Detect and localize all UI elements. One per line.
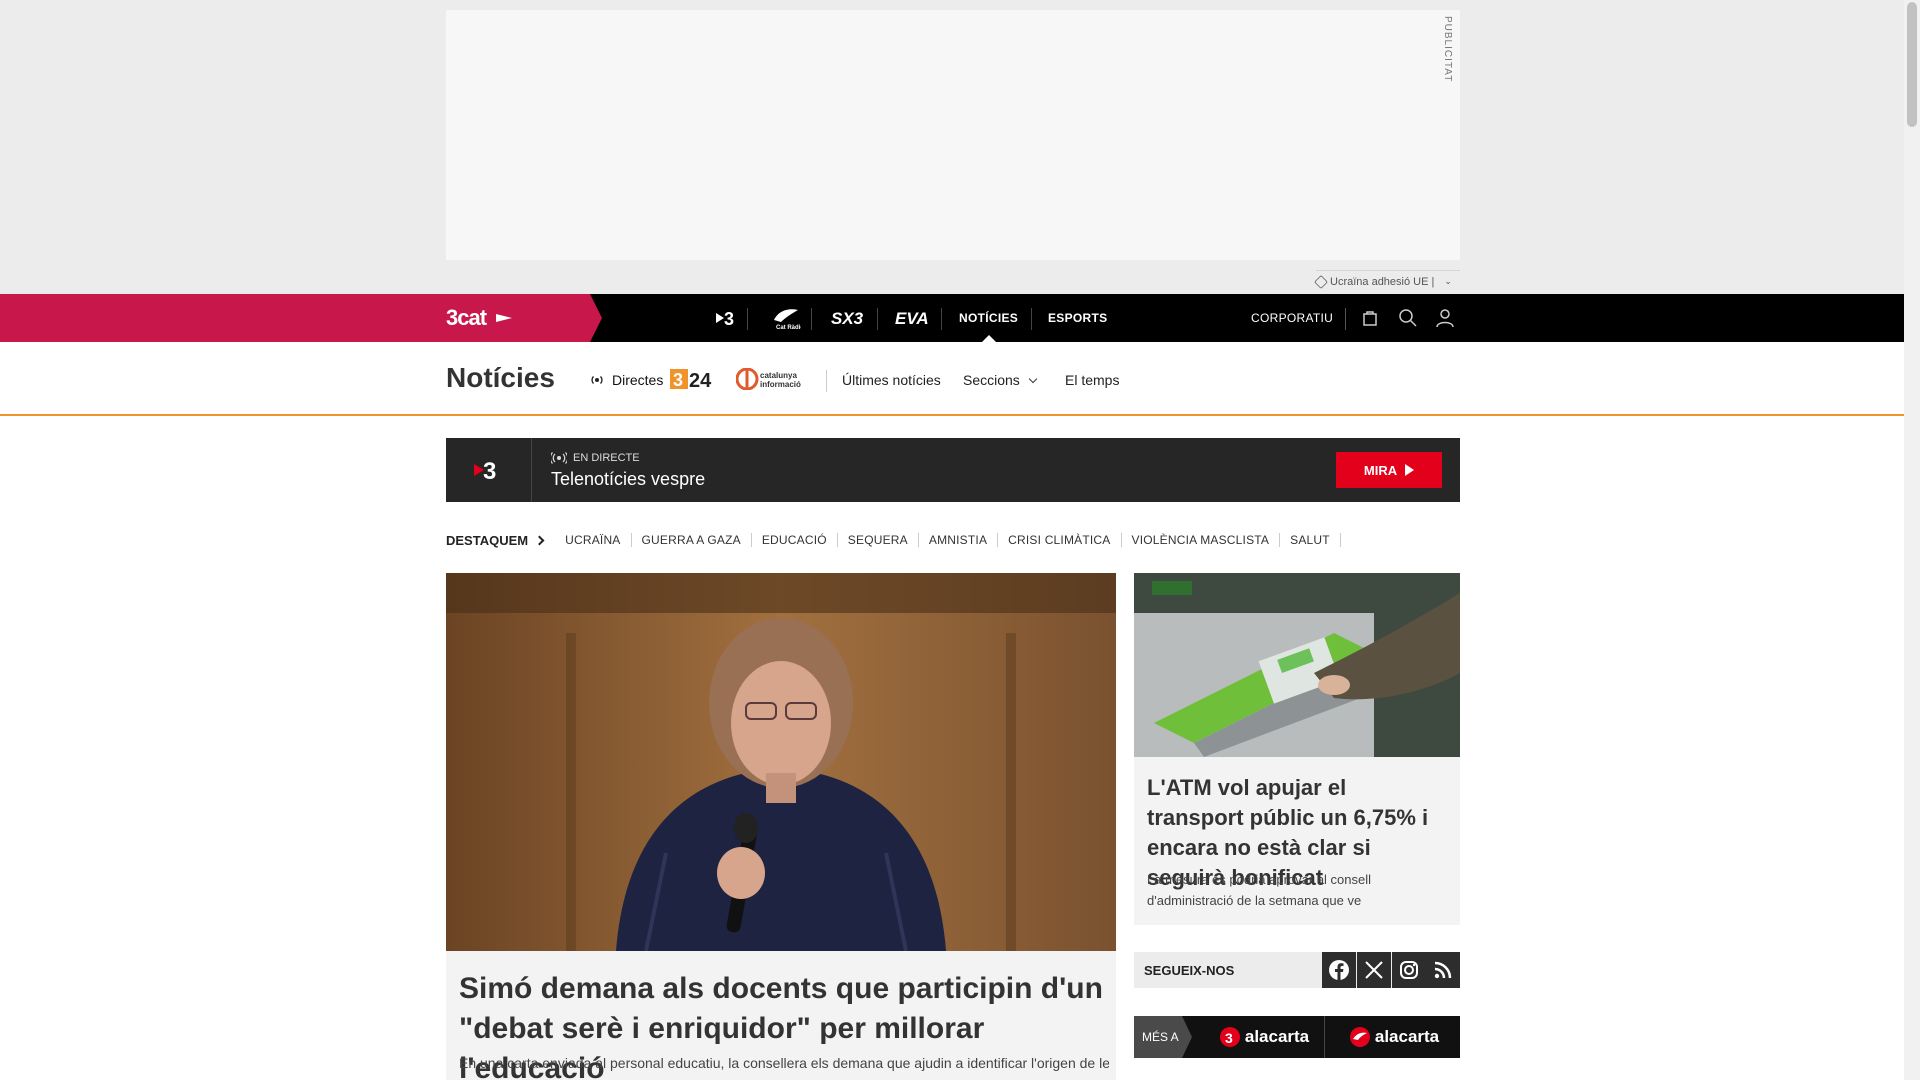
section-navigation: Notícies Directes 3 24 catalunya informa… xyxy=(0,342,1904,416)
chevron-right-icon xyxy=(534,535,545,545)
side-article-card[interactable]: L'ATM vol apujar el transport públic un … xyxy=(1134,757,1460,925)
breaking-ticker[interactable]: Ucraïna adhesió UE | ⌄ xyxy=(1313,270,1460,292)
topic-tag[interactable]: SALUT xyxy=(1280,533,1341,547)
live-program-title: Telenotícies vespre xyxy=(551,469,706,489)
ad-banner[interactable] xyxy=(446,10,1460,260)
x-icon xyxy=(1365,961,1383,979)
nav-corporatiu[interactable]: CORPORATIU xyxy=(1251,294,1333,342)
tv3-alacarta-link[interactable]: 3 alacarta xyxy=(1204,1016,1324,1058)
facebook-link[interactable] xyxy=(1322,952,1356,988)
channel-tv3[interactable]: 3 xyxy=(708,294,748,342)
rss-link[interactable] xyxy=(1426,952,1460,988)
rss-icon xyxy=(1434,961,1452,979)
top-navigation: 3cat 3 Cat Ràdio SX3 EVA NOTÍCIES ESPORT… xyxy=(0,294,1904,342)
side-article-image[interactable] xyxy=(1134,573,1460,757)
catalunya-informacio-logo[interactable]: catalunya informació xyxy=(736,368,808,390)
nav-noticies[interactable]: NOTÍCIES xyxy=(959,294,1018,342)
nav-esports[interactable]: ESPORTS xyxy=(1048,294,1107,342)
follow-label: SEGUEIX-NOS xyxy=(1144,963,1235,978)
main-article-image[interactable] xyxy=(446,573,1116,951)
catradio-alacarta-link[interactable]: alacarta xyxy=(1334,1016,1454,1058)
live-broadcast-icon xyxy=(591,376,603,384)
svg-text:3: 3 xyxy=(1225,1030,1233,1046)
scrollbar-thumb[interactable] xyxy=(1907,2,1917,127)
directes-label: Directes xyxy=(612,372,664,388)
svg-text:3: 3 xyxy=(724,309,734,329)
scrollbar[interactable] xyxy=(1904,0,1920,1080)
ad-label: PUBLICITAT xyxy=(1442,16,1453,83)
svg-text:3: 3 xyxy=(673,370,683,390)
topic-tag[interactable]: AMNISTIA xyxy=(919,533,999,547)
tv3-icon: 3 xyxy=(1219,1027,1240,1047)
svg-text:3cat: 3cat xyxy=(446,306,488,330)
3cat-logo[interactable]: 3cat xyxy=(446,305,518,336)
live-banner[interactable]: 3 EN DIRECTE Telenotícies vespre MIRA xyxy=(446,438,1460,502)
chevron-down-icon xyxy=(1028,374,1038,384)
watch-button[interactable]: MIRA xyxy=(1336,452,1442,488)
watch-button-label: MIRA xyxy=(1363,462,1398,478)
324-logo[interactable]: 3 24 xyxy=(670,367,722,391)
mes-a-label: MÉS A xyxy=(1134,1016,1192,1058)
follow-us-bar: SEGUEIX-NOS xyxy=(1134,952,1460,988)
tv3-icon: 3 xyxy=(716,309,734,329)
sx3-icon: SX3 xyxy=(831,309,864,328)
featured-topics: DESTAQUEM UCRAÏNA GUERRA A GAZA EDUCACIÓ… xyxy=(446,530,1341,550)
topic-tag[interactable]: CRISI CLIMÀTICA xyxy=(998,533,1122,547)
topic-tag[interactable]: VIOLÈNCIA MASCLISTA xyxy=(1122,533,1281,547)
ad-area: PUBLICITAT Ucraïna adhesió UE | ⌄ xyxy=(0,0,1904,294)
topic-tag[interactable]: EDUCACIÓ xyxy=(752,533,838,547)
play-icon xyxy=(1405,464,1415,476)
section-title[interactable]: Notícies xyxy=(446,362,555,394)
svg-text:Cat Ràdio: Cat Ràdio xyxy=(776,325,801,330)
main-article-lede: En una carta enviada al personal educati… xyxy=(459,1055,1109,1071)
svg-text:EVA: EVA xyxy=(895,309,929,328)
seccions-dropdown[interactable]: Seccions xyxy=(963,372,1038,388)
side-article-lede: La mesura es podria aprovar al consell d… xyxy=(1147,872,1372,908)
main-article-card[interactable]: Simó demana als docents que participin d… xyxy=(446,951,1116,1080)
live-badge: EN DIRECTE xyxy=(551,452,640,464)
channel-eva[interactable]: EVA xyxy=(884,294,942,342)
facebook-icon xyxy=(1329,960,1349,980)
destaquem-heading[interactable]: DESTAQUEM xyxy=(446,533,545,548)
svg-text:catalunya: catalunya xyxy=(760,371,797,380)
ticker-text: Ucraïna adhesió UE | xyxy=(1330,275,1435,288)
svg-text:3: 3 xyxy=(483,458,496,483)
catradio-icon: Cat Ràdio xyxy=(774,309,801,330)
search-icon[interactable] xyxy=(1398,308,1418,328)
tv3-channel-logo: 3 xyxy=(446,438,532,502)
el-temps-link[interactable]: El temps xyxy=(1065,372,1119,388)
topic-tag[interactable]: SEQUERA xyxy=(838,533,919,547)
topic-tag[interactable]: GUERRA A GAZA xyxy=(632,533,752,547)
svg-text:informació: informació xyxy=(760,380,801,389)
alacarta-label: alacarta xyxy=(1244,1027,1310,1046)
ultimes-noticies-link[interactable]: Últimes notícies xyxy=(842,372,941,388)
live-broadcast-icon xyxy=(551,452,567,464)
instagram-link[interactable] xyxy=(1392,952,1426,988)
user-icon[interactable] xyxy=(1435,308,1455,328)
catradio-icon xyxy=(1349,1027,1370,1047)
alacarta-label: alacarta xyxy=(1374,1027,1440,1046)
tag-icon xyxy=(1313,274,1329,289)
chevron-down-icon: ⌄ xyxy=(1444,276,1452,286)
live-badge-label: EN DIRECTE xyxy=(573,452,640,464)
eva-icon: EVA xyxy=(895,309,929,328)
svg-text:SX3: SX3 xyxy=(831,309,864,328)
svg-text:24: 24 xyxy=(689,370,712,391)
topic-tag[interactable]: UCRAÏNA xyxy=(555,533,632,547)
alacarta-bar: MÉS A 3 alacarta alacarta xyxy=(1134,1016,1460,1058)
channel-catradio[interactable]: Cat Ràdio xyxy=(760,294,812,342)
x-link[interactable] xyxy=(1357,952,1391,988)
instagram-icon xyxy=(1400,961,1418,979)
shop-icon[interactable] xyxy=(1360,308,1380,328)
channel-sx3[interactable]: SX3 xyxy=(820,294,878,342)
seccions-label: Seccions xyxy=(963,372,1020,388)
directes-link[interactable]: Directes xyxy=(590,372,663,388)
